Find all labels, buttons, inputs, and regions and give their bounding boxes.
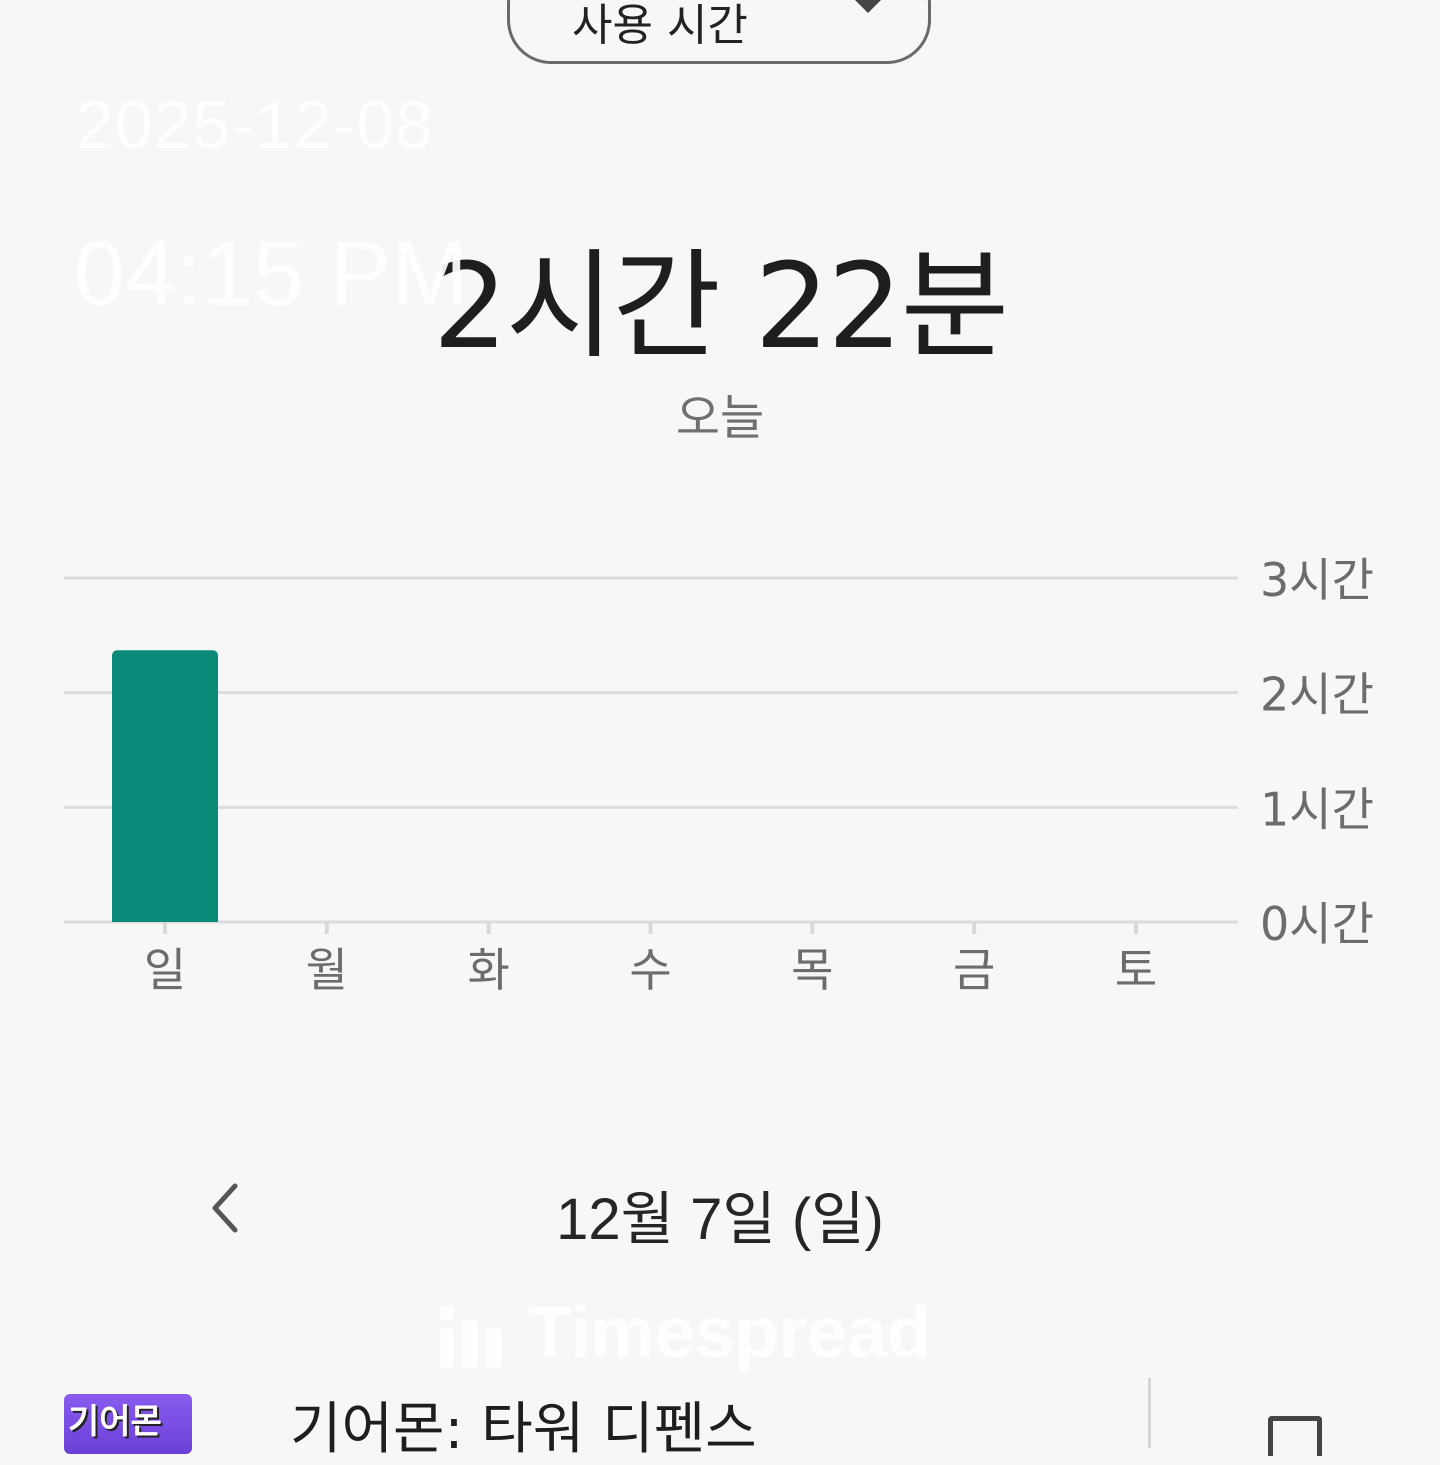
app-icon-label: 기어몬 xyxy=(68,1402,162,1442)
x-tick-label: 목 xyxy=(791,943,833,997)
x-tick-label: 수 xyxy=(629,943,671,997)
weekly-usage-chart: 0시간 1시간 2시간 3시간일 월 화 수 목 금 토 xyxy=(64,553,1374,997)
y-tick-label: 1시간 xyxy=(1260,782,1374,836)
x-tick-label: 금 xyxy=(953,943,995,997)
y-tick-label: 2시간 xyxy=(1260,668,1374,722)
divider xyxy=(1148,1378,1151,1448)
x-tick-label: 토 xyxy=(1115,943,1157,997)
app-icon: 기어몬 xyxy=(64,1394,192,1454)
app-usage-row[interactable]: 기어몬 기어몬: 타워 디펜스 xyxy=(0,1370,1440,1462)
timespread-logo-icon xyxy=(440,1298,502,1368)
x-tick-label: 월 xyxy=(306,943,348,997)
app-name: 기어몬: 타워 디펜스 xyxy=(290,1397,757,1462)
bar[interactable] xyxy=(112,650,218,922)
x-tick-label: 일 xyxy=(144,943,186,997)
y-tick-label: 0시간 xyxy=(1260,897,1374,951)
x-tick-label: 화 xyxy=(468,943,510,997)
selected-date-label: 12월 7일 (일) xyxy=(556,1187,884,1252)
timer-icon[interactable] xyxy=(1268,1416,1322,1456)
brand-watermark: Timespread xyxy=(440,1292,931,1374)
y-tick-label: 3시간 xyxy=(1260,553,1374,607)
brand-name: Timespread xyxy=(528,1293,931,1373)
